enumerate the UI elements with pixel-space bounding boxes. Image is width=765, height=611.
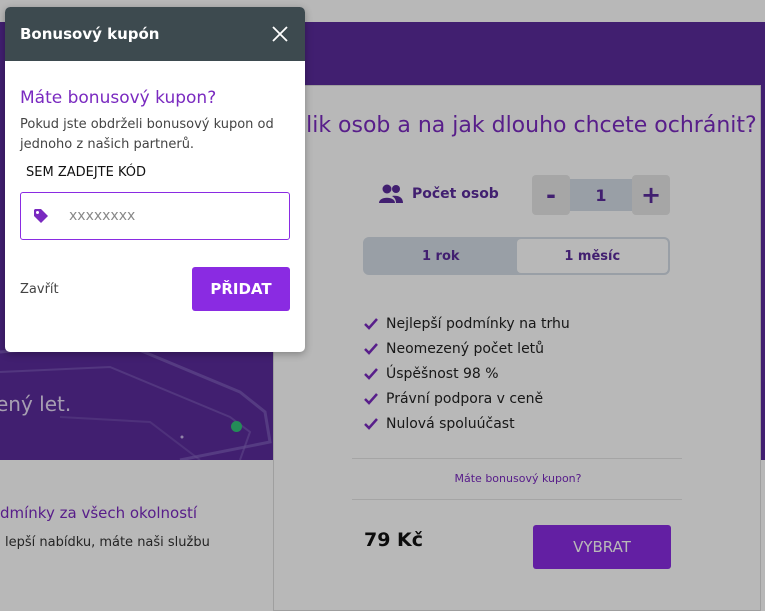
modal-footer: Zavřít PŘIDAT [20,267,290,311]
close-button[interactable] [271,25,289,43]
add-button[interactable]: PŘIDAT [192,267,290,311]
coupon-code-field[interactable] [20,192,290,240]
code-label: SEM ZADEJTE KÓD [26,165,147,180]
close-link[interactable]: Zavřít [20,282,59,297]
close-icon [272,26,288,42]
modal-title: Bonusový kupón [20,25,160,43]
modal-description: Pokud jste obdrželi bonusový kupon od je… [20,117,274,152]
coupon-code-input[interactable] [69,208,269,224]
modal-heading: Máte bonusový kupon? [20,88,217,108]
coupon-modal: Bonusový kupón Máte bonusový kupon? Poku… [5,7,305,352]
modal-header: Bonusový kupón [5,7,305,61]
tag-icon [34,209,48,223]
modal-body: Máte bonusový kupon? Pokud jste obdrželi… [5,61,305,240]
